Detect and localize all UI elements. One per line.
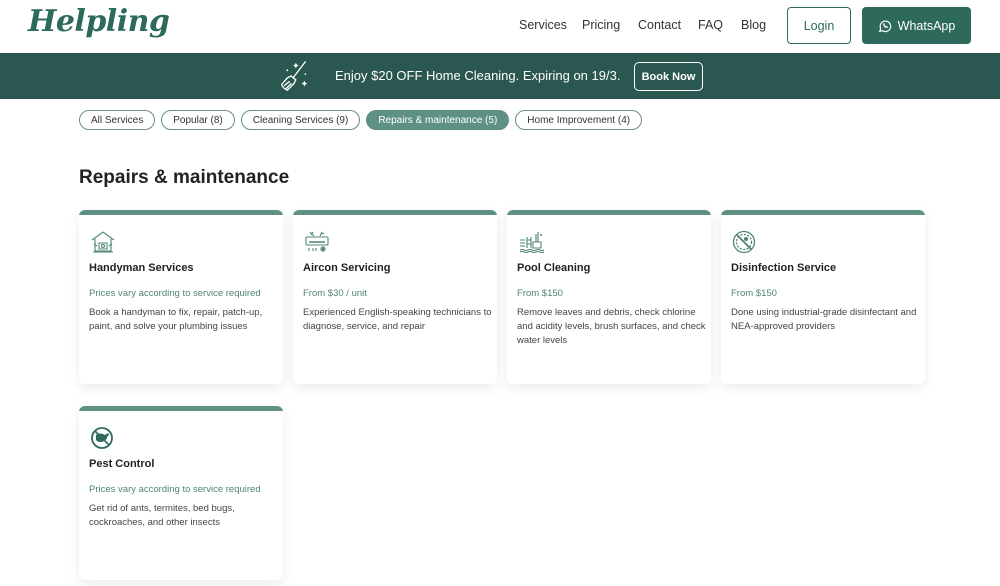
filter-popular[interactable]: Popular (8) xyxy=(161,110,235,130)
card-description: Book a handyman to fix, repair, patch-up… xyxy=(89,307,263,332)
service-card-pest-control[interactable]: Pest Control Prices vary according to se… xyxy=(79,406,283,580)
category-filters: All Services Popular (8) Cleaning Servic… xyxy=(79,110,643,130)
handyman-icon xyxy=(91,231,115,253)
logo[interactable]: Helpling xyxy=(28,4,170,39)
card-accent-bar xyxy=(507,210,711,215)
broom-sparkle-icon xyxy=(280,61,308,91)
card-title: Pool Cleaning xyxy=(517,262,591,274)
nav-faq[interactable]: FAQ xyxy=(698,18,723,32)
card-accent-bar xyxy=(79,406,283,411)
pest-control-icon xyxy=(91,427,113,449)
service-card-disinfection[interactable]: Disinfection Service From $150 Done usin… xyxy=(721,210,925,384)
section-title: Repairs & maintenance xyxy=(79,167,290,188)
whatsapp-icon xyxy=(878,20,891,32)
nav-contact[interactable]: Contact xyxy=(638,18,681,32)
service-card-aircon[interactable]: Aircon Servicing From $30 / unit Experie… xyxy=(293,210,497,384)
filter-repairs-maintenance[interactable]: Repairs & maintenance (5) xyxy=(366,110,510,130)
card-description: Done using industrial-grade disinfectant… xyxy=(731,307,917,332)
card-accent-bar xyxy=(79,210,283,215)
service-card-pool[interactable]: Pool Cleaning From $150 Remove leaves an… xyxy=(507,210,711,384)
filter-label: All Services xyxy=(91,114,144,126)
site-header: Helpling Services Pricing Contact FAQ Bl… xyxy=(0,0,1000,53)
book-now-button[interactable]: Book Now xyxy=(634,62,703,91)
card-description: Get rid of ants, termites, bed bugs, coc… xyxy=(89,503,235,528)
card-title: Pest Control xyxy=(89,458,155,470)
nav-blog[interactable]: Blog xyxy=(741,18,766,32)
book-now-label: Book Now xyxy=(641,70,696,83)
filter-all-services[interactable]: All Services xyxy=(79,110,156,130)
disinfection-icon xyxy=(732,230,756,254)
card-price: From $150 xyxy=(517,288,563,299)
card-price: Prices vary according to service require… xyxy=(89,288,261,299)
filter-label: Cleaning Services (9) xyxy=(252,114,349,126)
promo-banner: Enjoy $20 OFF Home Cleaning. Expiring on… xyxy=(0,53,1000,99)
card-title: Disinfection Service xyxy=(731,262,837,274)
card-price: From $30 / unit xyxy=(303,288,367,299)
service-card-handyman[interactable]: Handyman Services Prices vary according … xyxy=(79,210,283,384)
filter-label: Popular (8) xyxy=(173,114,223,126)
nav-services[interactable]: Services xyxy=(519,18,567,32)
nav-pricing[interactable]: Pricing xyxy=(582,18,620,32)
card-price: Prices vary according to service require… xyxy=(89,484,261,495)
filter-home-improvement[interactable]: Home Improvement (4) xyxy=(515,110,643,130)
whatsapp-button[interactable]: WhatsApp xyxy=(862,7,971,44)
card-accent-bar xyxy=(721,210,925,215)
pool-icon xyxy=(519,232,544,254)
login-button[interactable]: Login xyxy=(787,7,851,44)
filter-label: Repairs & maintenance (5) xyxy=(378,114,498,126)
card-accent-bar xyxy=(293,210,497,215)
whatsapp-label: WhatsApp xyxy=(897,18,956,33)
filter-cleaning-services[interactable]: Cleaning Services (9) xyxy=(240,110,361,130)
promo-text: Enjoy $20 OFF Home Cleaning. Expiring on… xyxy=(335,68,621,83)
card-description: Experienced English-speaking technicians… xyxy=(303,307,492,332)
login-label: Login xyxy=(803,18,835,33)
filter-label: Home Improvement (4) xyxy=(527,114,631,126)
card-title: Handyman Services xyxy=(89,262,194,274)
card-description: Remove leaves and debris, check chlorine… xyxy=(517,307,706,346)
aircon-icon xyxy=(305,231,329,252)
card-title: Aircon Servicing xyxy=(303,262,391,274)
card-price: From $150 xyxy=(731,288,777,299)
